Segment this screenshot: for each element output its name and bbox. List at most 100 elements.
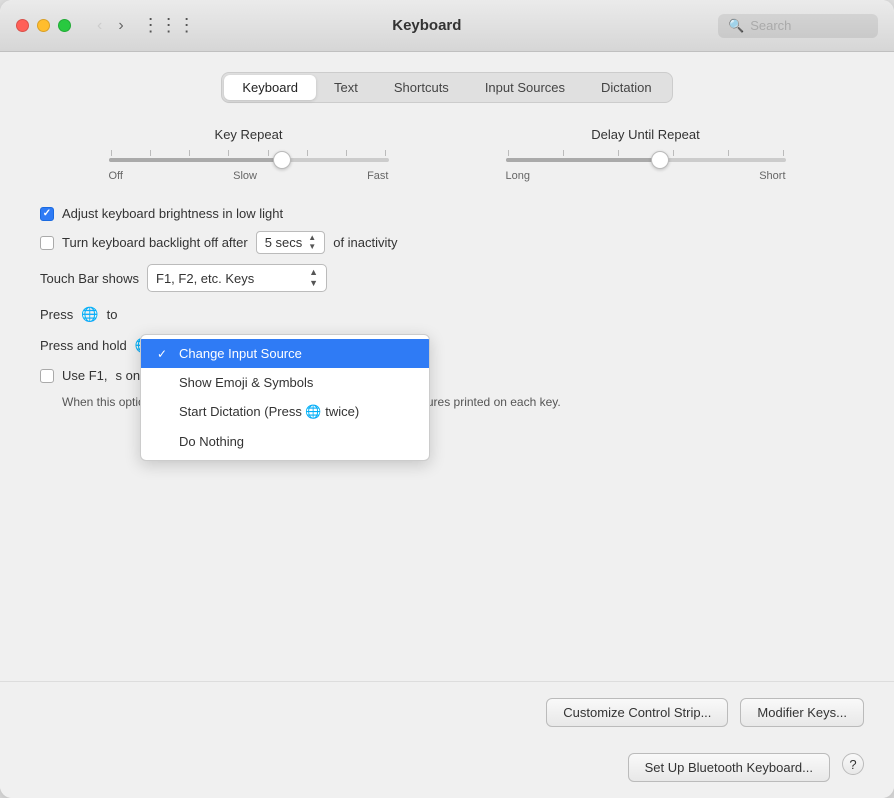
brightness-label: Adjust keyboard brightness in low light [62,206,283,221]
dropdown-item-dictation[interactable]: Start Dictation (Press 🌐 twice) [141,397,429,427]
key-repeat-slider-container [109,150,389,162]
key-repeat-off: Off [109,170,123,182]
key-repeat-thumb[interactable] [273,151,291,169]
delay-repeat-slider-container [506,150,786,162]
tab-text[interactable]: Text [316,75,376,100]
tick [673,150,674,156]
tab-input-sources[interactable]: Input Sources [467,75,583,100]
tab-dictation[interactable]: Dictation [583,75,670,100]
tick [385,150,386,156]
back-button[interactable]: ‹ [91,15,108,37]
press-globe-row: Press 🌐 to ✓ Change Input Source Show Em… [40,306,854,323]
footer-row: Set Up Bluetooth Keyboard... ? [0,743,894,798]
window-title: Keyboard [136,17,718,34]
tick [111,150,112,156]
stepper-down-icon[interactable]: ▼ [308,243,316,251]
dropdown-item-emoji[interactable]: Show Emoji & Symbols [141,368,429,397]
backlight-label: Turn keyboard backlight off after [62,235,248,250]
chevron-down-icon: ▼ [309,279,318,288]
press-globe-dropdown-menu: ✓ Change Input Source Show Emoji & Symbo… [140,334,430,461]
forward-button[interactable]: › [112,15,129,37]
tick [150,150,151,156]
key-repeat-slow: Slow [233,170,257,182]
tick [508,150,509,156]
key-repeat-track[interactable] [109,158,389,162]
tick [228,150,229,156]
content-area: Keyboard Text Shortcuts Input Sources Di… [0,52,894,681]
settings-section: Adjust keyboard brightness in low light … [30,206,864,411]
touch-bar-row: Touch Bar shows F1, F2, etc. Keys ▲ ▼ [40,264,854,292]
delay-repeat-short: Short [759,170,785,182]
touch-bar-value: F1, F2, etc. Keys [156,271,254,286]
customize-control-strip-button[interactable]: Customize Control Strip... [546,698,728,727]
backlight-stepper[interactable]: 5 secs ▲ ▼ [256,231,326,254]
fn-label: Use F1, [62,368,108,383]
bluetooth-keyboard-button[interactable]: Set Up Bluetooth Keyboard... [628,753,830,782]
backlight-value: 5 secs [265,235,303,250]
tab-shortcuts[interactable]: Shortcuts [376,75,467,100]
backlight-suffix: of inactivity [333,235,397,250]
tick [346,150,347,156]
key-repeat-label: Key Repeat [215,127,283,142]
dropdown-chevron-icon: ▲ ▼ [309,268,318,288]
minimize-button[interactable] [37,19,50,32]
tick [618,150,619,156]
keyboard-preferences-window: ‹ › ⋮⋮⋮ Keyboard 🔍 Keyboard Text Shortcu… [0,0,894,798]
titlebar: ‹ › ⋮⋮⋮ Keyboard 🔍 [0,0,894,52]
globe-icon: 🌐 [81,306,98,323]
tick [189,150,190,156]
press-globe-suffix: to [107,307,118,322]
search-icon: 🔍 [728,18,744,34]
traffic-lights [16,19,71,32]
search-input[interactable] [750,18,870,33]
touch-bar-dropdown[interactable]: F1, F2, etc. Keys ▲ ▼ [147,264,327,292]
dropdown-item-change-input[interactable]: ✓ Change Input Source [141,339,429,368]
maximize-button[interactable] [58,19,71,32]
backlight-row: Turn keyboard backlight off after 5 secs… [40,231,854,254]
stepper-arrows: ▲ ▼ [308,234,316,251]
dropdown-item-label: Show Emoji & Symbols [179,375,313,390]
key-repeat-group: Key Repeat [109,127,389,182]
delay-repeat-ticks [506,150,786,156]
search-box[interactable]: 🔍 [718,14,878,38]
press-hold-label: Press and hold [40,338,127,353]
tick [307,150,308,156]
dropdown-item-label: Start Dictation (Press 🌐 twice) [179,404,359,420]
fn-checkbox[interactable] [40,369,54,383]
modifier-keys-button[interactable]: Modifier Keys... [740,698,864,727]
bottom-buttons: Customize Control Strip... Modifier Keys… [0,681,894,743]
tab-bar: Keyboard Text Shortcuts Input Sources Di… [221,72,672,103]
tab-keyboard[interactable]: Keyboard [224,75,316,100]
nav-arrows: ‹ › [91,15,130,37]
key-repeat-slider-labels: Off Slow Fast [109,170,389,182]
dropdown-item-label: Do Nothing [179,434,244,449]
sliders-row: Key Repeat [30,127,864,182]
press-globe-label: Press [40,307,73,322]
tick [728,150,729,156]
delay-repeat-label: Delay Until Repeat [591,127,699,142]
key-repeat-fast: Fast [367,170,388,182]
delay-repeat-long: Long [506,170,530,182]
brightness-row: Adjust keyboard brightness in low light [40,206,854,221]
brightness-checkbox[interactable] [40,207,54,221]
dropdown-item-do-nothing[interactable]: Do Nothing [141,427,429,456]
delay-repeat-thumb[interactable] [651,151,669,169]
key-repeat-ticks [109,150,389,156]
help-button[interactable]: ? [842,753,864,775]
tick [563,150,564,156]
touch-bar-label: Touch Bar shows [40,271,139,286]
tick [783,150,784,156]
tabs: Keyboard Text Shortcuts Input Sources Di… [30,72,864,103]
tick [268,150,269,156]
close-button[interactable] [16,19,29,32]
stepper-up-icon[interactable]: ▲ [308,234,316,242]
backlight-checkbox[interactable] [40,236,54,250]
key-repeat-fill [109,158,283,162]
delay-repeat-group: Delay Until Repeat [506,127,786,182]
delay-repeat-fill [506,158,660,162]
chevron-up-icon: ▲ [309,268,318,277]
dropdown-item-label: Change Input Source [179,346,302,361]
delay-repeat-track[interactable] [506,158,786,162]
delay-repeat-slider-labels: Long Short [506,170,786,182]
check-mark-icon: ✓ [157,347,171,361]
